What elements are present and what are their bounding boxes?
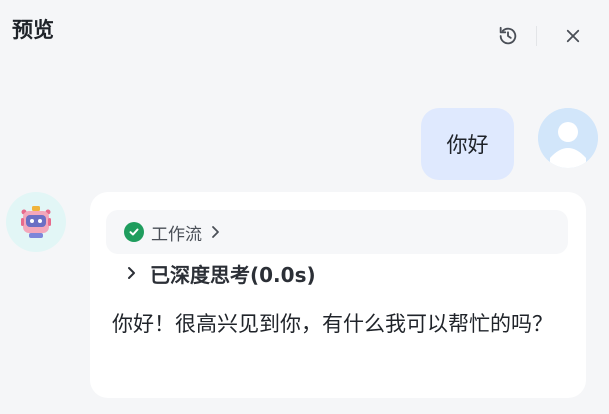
- thinking-toggle[interactable]: 已深度思考(0.0s): [126, 258, 316, 288]
- workflow-chip[interactable]: 工作流: [106, 210, 568, 254]
- workflow-label: 工作流: [151, 224, 202, 245]
- user-avatar: [538, 108, 598, 168]
- header-divider: [536, 26, 537, 46]
- preview-panel: 预览 你好 工作流 已深度思考(0.0s) 你好！很高兴见到你，有什么我可以帮忙…: [0, 0, 609, 414]
- user-avatar-icon: [538, 108, 598, 168]
- bot-message-bubble: 工作流 已深度思考(0.0s) 你好！很高兴见到你，有什么我可以帮忙的吗？: [90, 192, 586, 398]
- close-icon: [566, 29, 580, 43]
- chevron-right-icon: [126, 266, 136, 280]
- thinking-label: 已深度思考(0.0s): [150, 262, 316, 287]
- robot-avatar-icon: [21, 206, 51, 238]
- refresh-icon: [499, 26, 517, 45]
- user-message-bubble: 你好: [421, 108, 514, 180]
- header-actions: [494, 22, 587, 50]
- close-button[interactable]: [559, 22, 587, 50]
- bot-reply-text: 你好！很高兴见到你，有什么我可以帮忙的吗？: [112, 312, 553, 336]
- check-circle-icon: [124, 222, 144, 242]
- page-title: 预览: [12, 18, 54, 42]
- refresh-button[interactable]: [494, 22, 522, 50]
- user-message-text: 你好: [446, 133, 489, 157]
- chevron-right-icon: [210, 225, 220, 239]
- bot-avatar: [6, 192, 66, 252]
